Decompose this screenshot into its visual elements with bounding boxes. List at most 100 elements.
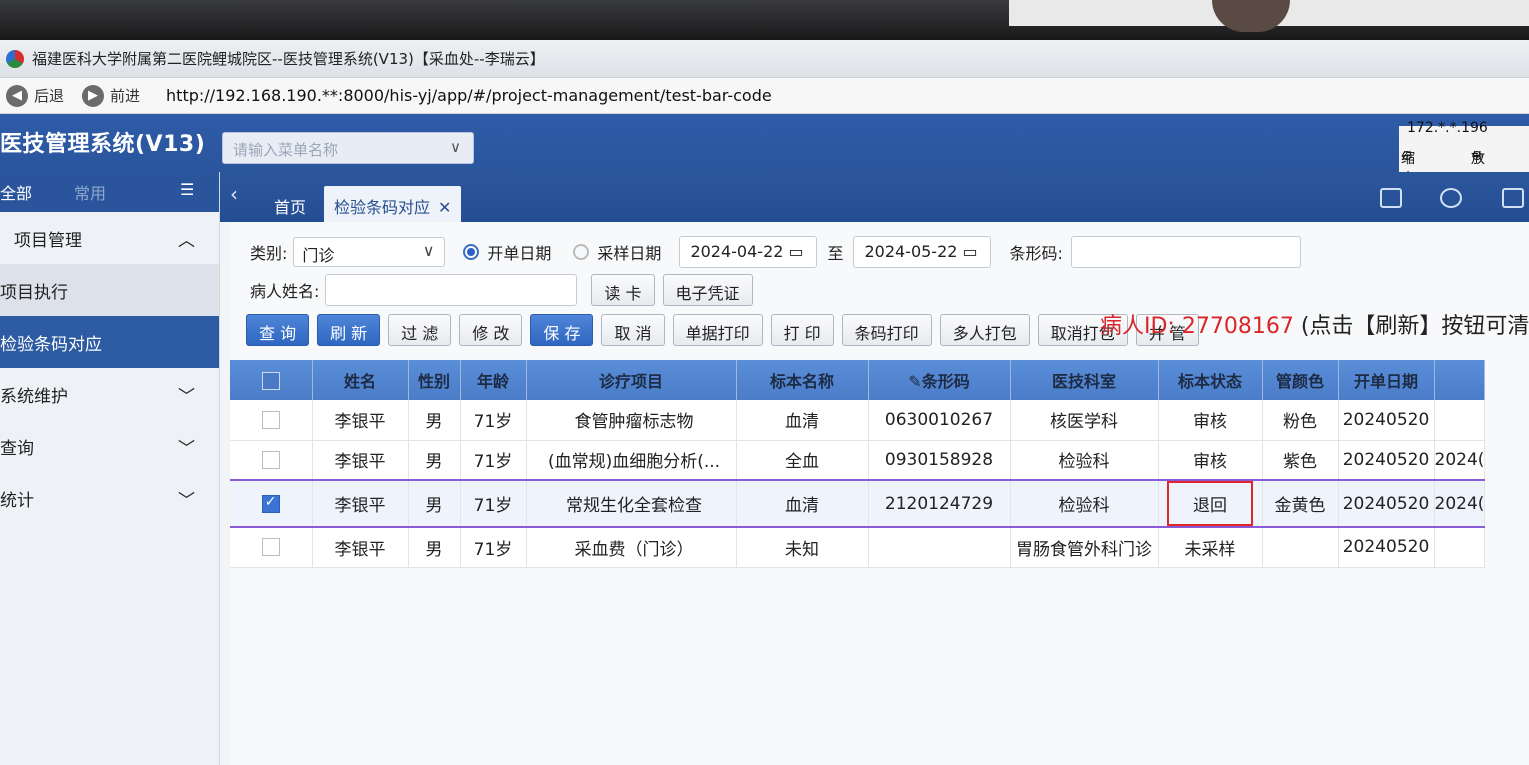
row-checkbox[interactable]	[261, 538, 280, 557]
close-icon[interactable]: ✕	[438, 198, 451, 217]
refresh-button[interactable]: 刷 新	[317, 314, 381, 346]
tab-test-barcode[interactable]: 检验条码对应 ✕	[324, 186, 462, 222]
cell-sex: 男	[408, 400, 461, 441]
sidebar-item-project-management[interactable]: 项目管理 ︿	[0, 212, 219, 264]
sidebar-item-system-maintenance[interactable]: 系统维护 ﹀	[0, 368, 219, 420]
date-from-field[interactable]: 2024-04-22 ▭	[679, 236, 818, 268]
col-age[interactable]: 年龄	[460, 360, 527, 400]
row-select[interactable]	[230, 440, 313, 481]
cell-age: 71岁	[460, 400, 527, 441]
sidebar-item-project-execution[interactable]: 项目执行	[0, 264, 219, 316]
modify-button[interactable]: 修 改	[459, 314, 523, 346]
table-row[interactable]: 李银平 男 71岁 (血常规)血细胞分析(... 全血 0930158928 检…	[230, 440, 1486, 481]
sidebar-item-label: 检验条码对应	[0, 334, 102, 355]
cell-extra	[1434, 527, 1486, 568]
multi-pack-button[interactable]: 多人打包	[939, 314, 1030, 346]
forward-button[interactable]: ▶ 前进	[82, 84, 140, 107]
menu-search-select[interactable]: 请输入菜单名称 ∨	[222, 132, 474, 164]
row-select[interactable]	[230, 479, 313, 528]
col-status[interactable]: 标本状态	[1158, 360, 1263, 400]
sidebar-tab-common[interactable]: 常用	[74, 180, 106, 204]
category-select[interactable]: 门诊 ∨	[293, 237, 446, 267]
logout-icon[interactable]	[1502, 188, 1524, 208]
save-button[interactable]: 保 存	[530, 314, 594, 346]
cell-name: 李银平	[312, 479, 409, 528]
radio-dot-icon	[573, 244, 590, 260]
cell-extra: 2024(	[1434, 479, 1486, 528]
sidebar-tab-all[interactable]: 全部	[0, 180, 32, 204]
cell-specimen: 血清	[736, 479, 869, 528]
back-button[interactable]: ◀ 后退	[6, 84, 65, 107]
col-date[interactable]: 开单日期	[1338, 360, 1435, 400]
hospital-logo-icon	[6, 49, 24, 68]
cell-specimen: 全血	[736, 440, 869, 481]
screen: 福建医科大学附属第二医院鲤城院区--医技管理系统(V13)【采血处--李瑞云】 …	[0, 0, 1529, 765]
date-to-field[interactable]: 2024-05-22 ▭	[853, 236, 992, 268]
calendar-icon: ▭	[962, 242, 978, 261]
table-row-selected[interactable]: 李银平 男 71岁 常规生化全套检查 血清 2120124729 检验科 退回 …	[230, 479, 1486, 528]
cell-specimen: 血清	[736, 400, 869, 441]
url-field[interactable]: http://192.168.190.**:8000/his-yj/app/#/…	[166, 86, 772, 105]
sidebar-item-statistics[interactable]: 统计 ﹀	[0, 472, 219, 524]
barcode-table: 姓名 性别 年龄 诊疗项目 标本名称 ✎条形码 医技科室 标本状态 管颜色 开单…	[230, 360, 1486, 568]
main-content: 类别: 门诊 ∨ 开单日期 采样日期 2024-04-22 ▭ 至 2024-0…	[230, 222, 1529, 765]
col-sex[interactable]: 性别	[408, 360, 461, 400]
read-card-button[interactable]: 读 卡	[591, 274, 655, 306]
tab-home[interactable]: 首页	[264, 186, 316, 222]
col-dept[interactable]: 医技科室	[1010, 360, 1159, 400]
col-tube[interactable]: 管颜色	[1262, 360, 1339, 400]
patient-name-input[interactable]	[325, 274, 578, 306]
query-button[interactable]: 查 询	[246, 314, 310, 346]
row-checkbox-checked[interactable]	[261, 494, 280, 513]
row-select[interactable]	[230, 400, 313, 441]
back-arrow-icon: ◀	[6, 84, 28, 107]
radio-order-date[interactable]: 开单日期	[463, 240, 551, 264]
sidebar-item-test-barcode[interactable]: 检验条码对应	[0, 316, 219, 368]
zoom-in-label: 放	[1471, 151, 1485, 167]
row-checkbox[interactable]	[261, 410, 280, 429]
select-all-header[interactable]	[230, 360, 313, 400]
ip-address: 172.*.*.196	[1407, 120, 1488, 136]
col-name[interactable]: 姓名	[312, 360, 409, 400]
edit-icon: ✎	[908, 372, 922, 391]
calendar-icon: ▭	[788, 242, 804, 261]
radio-dot-icon	[463, 244, 480, 260]
cancel-button[interactable]: 取 消	[601, 314, 665, 346]
app-header: 医技管理系统(V13) 请输入菜单名称 ∨ 172.*.*.196 ⊖缩小 ⊕放	[0, 114, 1529, 187]
barcode-input[interactable]	[1070, 236, 1301, 268]
radio-sample-date[interactable]: 采样日期	[573, 240, 661, 264]
row-select[interactable]	[230, 527, 313, 568]
back-label: 后退	[34, 87, 65, 105]
chevron-down-icon: ∨	[422, 241, 435, 260]
e-voucher-button[interactable]: 电子凭证	[662, 274, 753, 306]
col-barcode[interactable]: ✎条形码	[868, 360, 1011, 400]
select-all-checkbox[interactable]	[261, 371, 280, 390]
chevron-left-icon[interactable]: ‹	[230, 182, 238, 206]
chevron-down-icon: ﹀	[178, 438, 195, 459]
settings-icon[interactable]	[1440, 188, 1462, 208]
row-checkbox[interactable]	[261, 450, 280, 469]
sidebar-item-label: 查询	[0, 438, 34, 459]
cell-status: 退回	[1158, 479, 1263, 528]
chevron-down-icon: ∨	[450, 138, 461, 156]
menu-icon[interactable]: ☰	[180, 180, 194, 199]
print-button[interactable]: 打 印	[770, 314, 834, 346]
chevron-down-icon: ﹀	[178, 490, 195, 511]
table-row[interactable]: 李银平 男 71岁 采血费（门诊） 未知 胃肠食管外科门诊 未采样 202405…	[230, 527, 1486, 568]
window-title: 福建医科大学附属第二医院鲤城院区--医技管理系统(V13)【采血处--李瑞云】	[32, 50, 545, 68]
print-doc-button[interactable]: 单据打印	[672, 314, 763, 346]
sidebar-item-query[interactable]: 查询 ﹀	[0, 420, 219, 472]
cell-age: 71岁	[460, 479, 527, 528]
table-row[interactable]: 李银平 男 71岁 食管肿瘤标志物 血清 0630010267 核医学科 审核 …	[230, 400, 1486, 441]
cell-extra: 2024(	[1434, 440, 1486, 481]
print-barcode-button[interactable]: 条码打印	[841, 314, 932, 346]
address-bar: ◀ 后退 ▶ 前进 http://192.168.190.**:8000/his…	[0, 78, 1529, 114]
screen-icon[interactable]	[1380, 188, 1402, 208]
col-item[interactable]: 诊疗项目	[526, 360, 737, 400]
sidebar-item-label: 项目管理	[14, 230, 82, 251]
col-barcode-label: 条形码	[921, 372, 970, 391]
filter-button[interactable]: 过 滤	[388, 314, 452, 346]
cell-name: 李银平	[312, 527, 409, 568]
col-specimen[interactable]: 标本名称	[736, 360, 869, 400]
system-title: 医技管理系统(V13)	[0, 132, 206, 157]
